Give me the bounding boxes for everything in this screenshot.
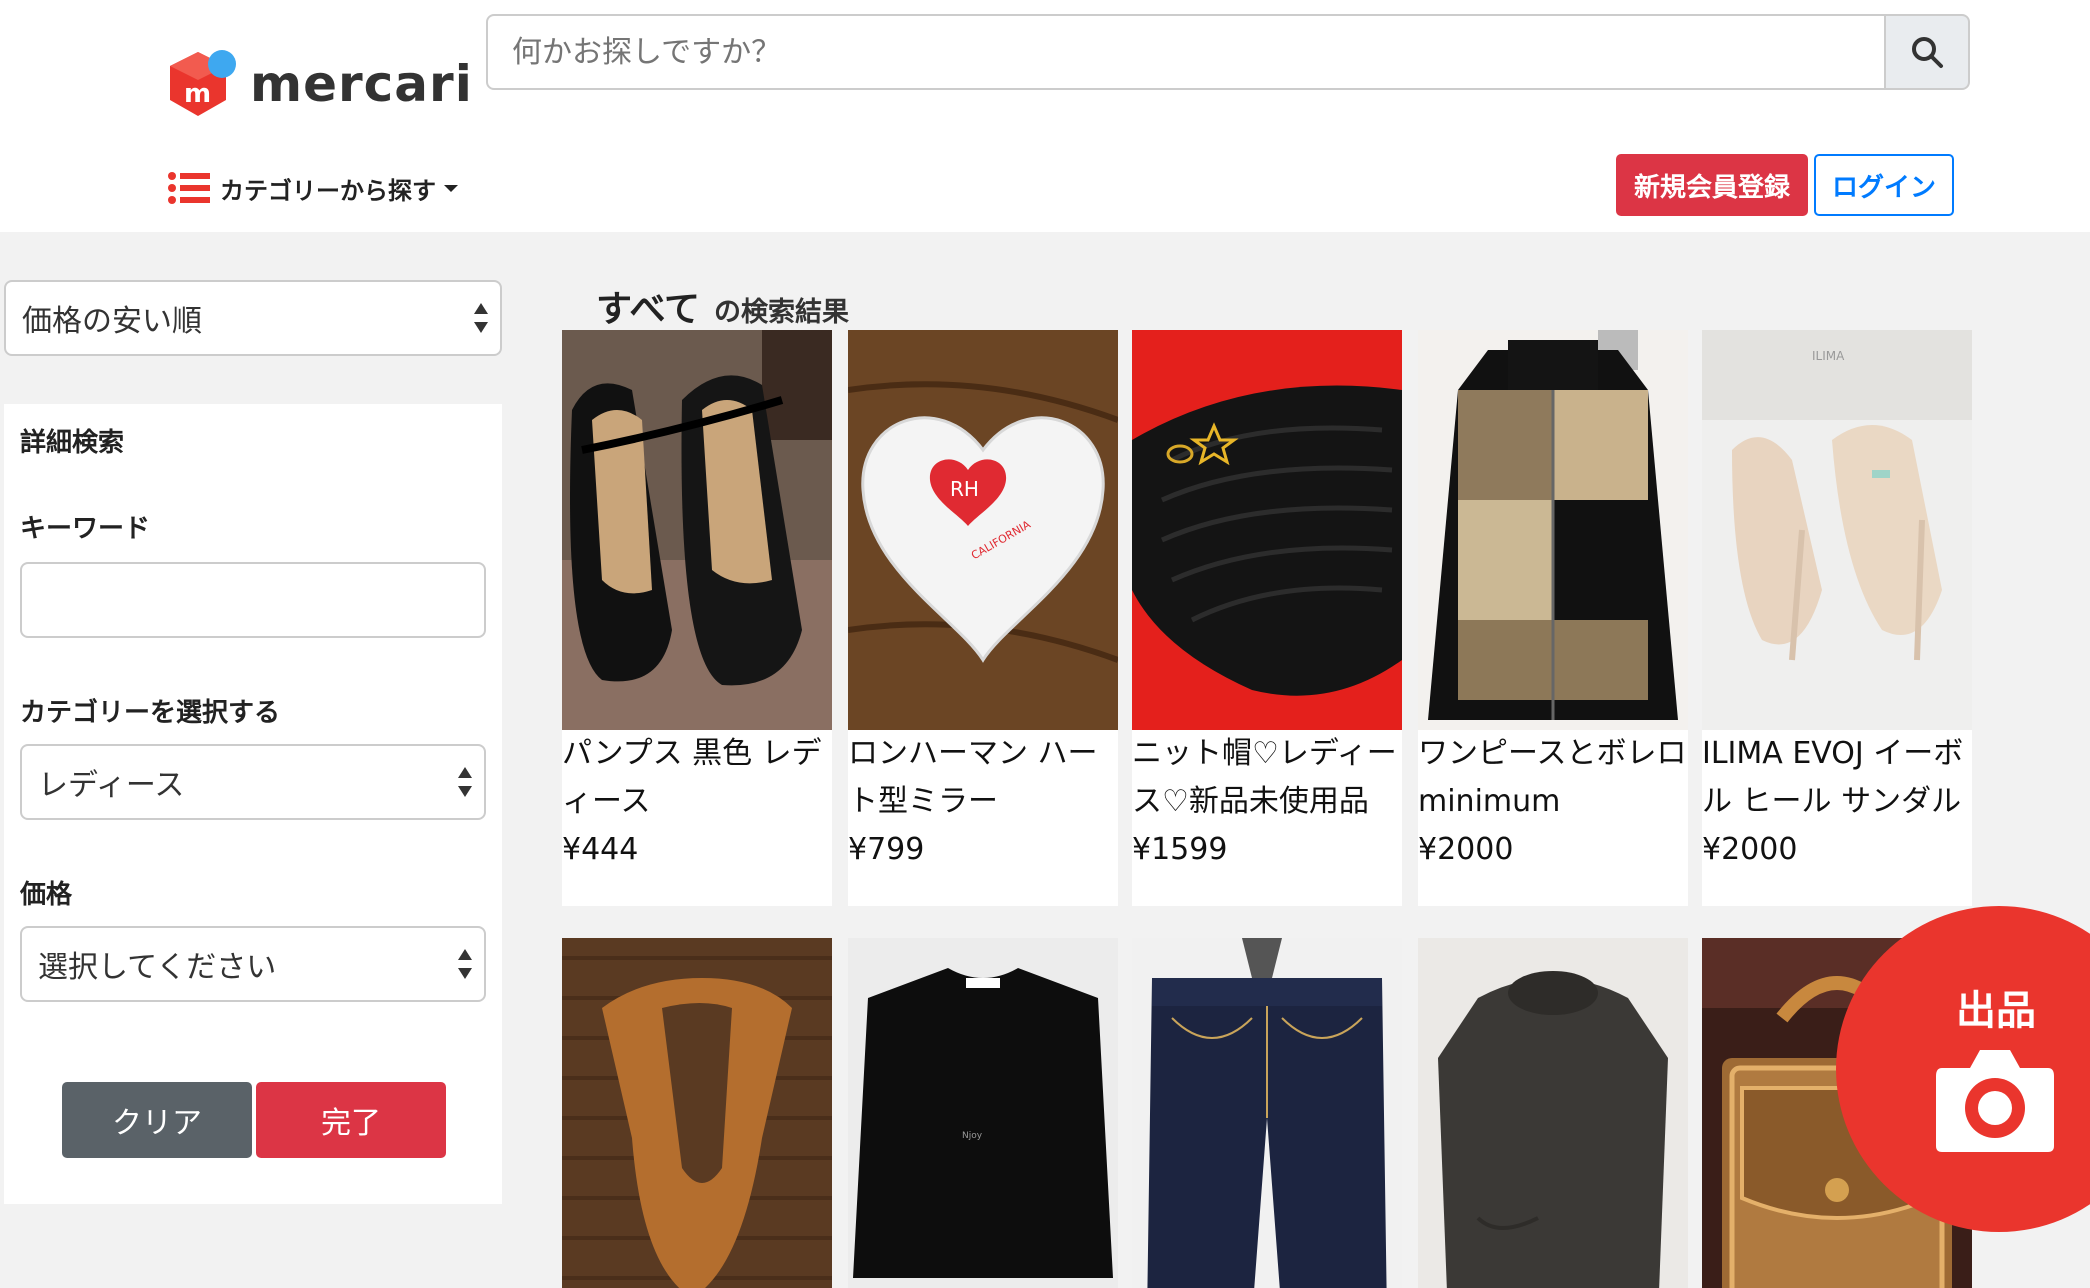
results-title: すべて の検索結果 (596, 280, 849, 332)
product-image (1418, 330, 1688, 730)
register-button[interactable]: 新規会員登録 (1616, 154, 1808, 216)
product-name: ニット帽♡レディース♡新品未使用品 (1132, 736, 1397, 819)
product-name: ロンハーマン ハート型ミラー (848, 736, 1098, 819)
category-label: カテゴリーを選択する (20, 698, 281, 728)
product-card[interactable] (1418, 938, 1688, 1288)
product-card[interactable] (1132, 938, 1402, 1288)
product-price: ¥2000 (1418, 832, 1514, 867)
select-arrows-icon (474, 303, 488, 333)
svg-text:RH: RH (950, 477, 979, 501)
results-title-main: すべて (596, 289, 701, 330)
sell-button-label: 出品 (1956, 988, 2036, 1034)
keyword-label: キーワード (20, 514, 151, 544)
product-card[interactable]: RH CALIFORNIA ロンハーマン ハート型ミラー ¥799 (848, 330, 1118, 906)
product-image (1132, 938, 1402, 1288)
camera-icon (1936, 1050, 2054, 1152)
results-title-sub: の検索結果 (714, 297, 850, 328)
product-price: ¥1599 (1132, 832, 1228, 867)
product-name: ワンピースとボレロ minimum (1418, 736, 1687, 819)
svg-text:Njoy: Njoy (962, 1131, 983, 1141)
product-image (1418, 938, 1688, 1288)
product-image: RH CALIFORNIA (848, 330, 1118, 730)
search-input[interactable] (486, 14, 1886, 90)
product-card[interactable]: Njoy (848, 938, 1118, 1288)
price-select-value: 選択してください (38, 950, 277, 985)
category-nav-label: カテゴリーから探す (220, 176, 436, 205)
keyword-input[interactable] (20, 562, 486, 638)
detail-search-title: 詳細検索 (20, 428, 125, 458)
product-card[interactable] (562, 938, 832, 1288)
sort-select[interactable]: 価格の安い順 (4, 280, 502, 356)
product-image: Njoy (848, 938, 1118, 1288)
logo-text: mercari (250, 55, 473, 113)
search-button[interactable] (1886, 14, 1970, 90)
sort-select-value: 価格の安い順 (22, 304, 202, 339)
product-price: ¥2000 (1702, 832, 1798, 867)
category-nav[interactable]: カテゴリーから探す (168, 168, 458, 208)
product-name: ILIMA EVOJ イーボル ヒール サンダル (1702, 736, 1964, 819)
product-image (1132, 330, 1402, 730)
svg-text:m: m (184, 79, 211, 109)
price-label: 価格 (20, 880, 73, 910)
detail-search-panel: 詳細検索 キーワード カテゴリーを選択する レディース 価格 選択してください … (4, 404, 502, 1204)
clear-button[interactable]: クリア (62, 1082, 252, 1158)
category-select-value: レディース (38, 768, 185, 803)
product-image: ILIMA (1702, 330, 1972, 730)
product-price: ¥444 (562, 832, 639, 867)
category-select[interactable]: レディース (20, 744, 486, 820)
product-image (562, 330, 832, 730)
chevron-down-icon (444, 184, 458, 192)
product-price: ¥799 (848, 832, 925, 867)
svg-text:ILIMA: ILIMA (1812, 349, 1845, 363)
login-button[interactable]: ログイン (1814, 154, 1954, 216)
product-card[interactable]: パンプス 黒色 レディース ¥444 (562, 330, 832, 906)
product-card[interactable]: ILIMA ILIMA EVOJ イーボル ヒール サンダル ¥2000 (1702, 330, 1972, 906)
mercari-logo[interactable]: m mercari (168, 48, 473, 120)
mercari-logo-icon: m (168, 48, 236, 120)
done-button[interactable]: 完了 (256, 1082, 446, 1158)
product-image (562, 938, 832, 1288)
select-arrows-icon (458, 767, 472, 797)
product-name: パンプス 黒色 レディース (562, 736, 822, 819)
header: m mercari カテゴリーから探す 新規会員登録 ログイン (0, 0, 2090, 232)
list-icon (168, 172, 210, 204)
search-icon (1912, 37, 1943, 68)
price-select[interactable]: 選択してください (20, 926, 486, 1002)
select-arrows-icon (458, 949, 472, 979)
product-card[interactable]: ニット帽♡レディース♡新品未使用品 ¥1599 (1132, 330, 1402, 906)
product-card[interactable]: ワンピースとボレロ minimum ¥2000 (1418, 330, 1688, 906)
